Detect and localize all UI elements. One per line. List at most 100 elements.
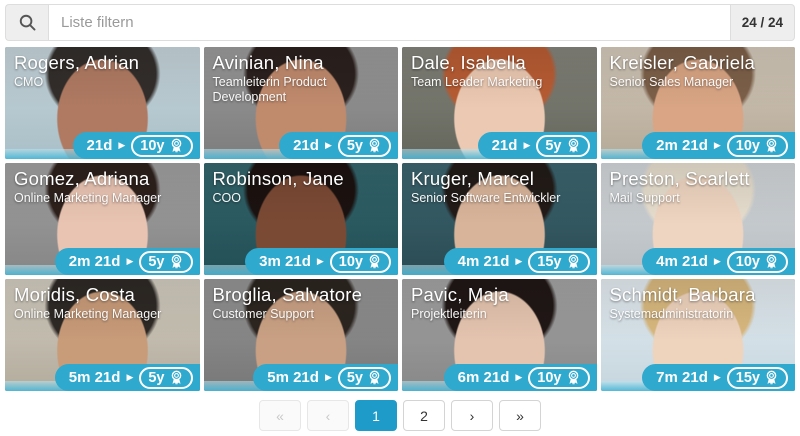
tenure-badge: 2m 21d ▶ 10y xyxy=(642,132,795,159)
employee-title: Teamleiterin Product Development xyxy=(213,75,393,105)
arrow-right-icon: ▶ xyxy=(126,257,133,266)
filter-bar: 24 / 24 xyxy=(5,4,795,41)
anniversary-years: 5y xyxy=(148,254,164,270)
anniversary-pill: 5y xyxy=(536,135,589,157)
filter-input[interactable] xyxy=(48,4,731,41)
anniversary-years: 15y xyxy=(537,254,561,270)
anniversary-pill: 10y xyxy=(727,135,788,157)
award-ribbon-icon xyxy=(367,254,382,269)
pagination-first: « xyxy=(259,400,301,431)
pagination-prev: ‹ xyxy=(307,400,349,431)
employee-name: Robinson, Jane xyxy=(213,168,393,189)
award-ribbon-icon xyxy=(169,138,184,153)
award-ribbon-icon xyxy=(367,370,382,385)
tenure-badge: 7m 21d ▶ 15y xyxy=(642,364,795,391)
award-ribbon-icon xyxy=(566,254,581,269)
result-counter: 24 / 24 xyxy=(731,4,795,41)
pagination-page-1[interactable]: 1 xyxy=(355,400,397,431)
arrow-right-icon: ▶ xyxy=(126,373,133,382)
employee-card[interactable]: Rogers, Adrian CMO 21d ▶ 10y xyxy=(5,47,200,159)
employee-card[interactable]: Kreisler, Gabriela Senior Sales Manager … xyxy=(601,47,796,159)
employee-card[interactable]: Avinian, Nina Teamleiterin Product Devel… xyxy=(204,47,399,159)
anniversary-years: 10y xyxy=(537,370,561,386)
award-ribbon-icon xyxy=(169,254,184,269)
employee-title: Senior Sales Manager xyxy=(610,75,790,90)
arrow-right-icon: ▶ xyxy=(714,257,721,266)
search-addon xyxy=(5,4,48,41)
tenure-badge: 5m 21d ▶ 5y xyxy=(55,364,200,391)
employee-card[interactable]: Broglia, Salvatore Customer Support 5m 2… xyxy=(204,279,399,391)
employee-card[interactable]: Dale, Isabella Team Leader Marketing 21d… xyxy=(402,47,597,159)
employee-name: Schmidt, Barbara xyxy=(610,284,790,305)
employee-name: Pavic, Maja xyxy=(411,284,591,305)
award-ribbon-icon xyxy=(566,370,581,385)
anniversary-pill: 15y xyxy=(727,367,788,389)
arrow-right-icon: ▶ xyxy=(515,373,522,382)
award-ribbon-icon xyxy=(764,254,779,269)
employee-card[interactable]: Preston, Scarlett Mail Support 4m 21d ▶ … xyxy=(601,163,796,275)
employee-card[interactable]: Pavic, Maja Projektleiterin 6m 21d ▶ 10y xyxy=(402,279,597,391)
tenure-duration: 4m 21d xyxy=(656,253,708,270)
employee-card[interactable]: Gomez, Adriana Online Marketing Manager … xyxy=(5,163,200,275)
anniversary-years: 10y xyxy=(736,138,760,154)
tenure-duration: 7m 21d xyxy=(656,369,708,386)
employee-name: Gomez, Adriana xyxy=(14,168,194,189)
anniversary-years: 10y xyxy=(736,254,760,270)
tenure-badge: 5m 21d ▶ 5y xyxy=(253,364,398,391)
employee-name: Broglia, Salvatore xyxy=(213,284,393,305)
employee-name: Preston, Scarlett xyxy=(610,168,790,189)
arrow-right-icon: ▶ xyxy=(325,141,332,150)
employee-name: Rogers, Adrian xyxy=(14,52,194,73)
tenure-duration: 6m 21d xyxy=(458,369,510,386)
pagination-next[interactable]: › xyxy=(451,400,493,431)
pagination-page-2[interactable]: 2 xyxy=(403,400,445,431)
tenure-badge: 21d ▶ 10y xyxy=(73,132,200,159)
tenure-badge: 4m 21d ▶ 15y xyxy=(444,248,597,275)
anniversary-years: 5y xyxy=(347,370,363,386)
tenure-badge: 2m 21d ▶ 5y xyxy=(55,248,200,275)
anniversary-years: 5y xyxy=(148,370,164,386)
arrow-right-icon: ▶ xyxy=(714,141,721,150)
employee-name: Avinian, Nina xyxy=(213,52,393,73)
arrow-right-icon: ▶ xyxy=(317,257,324,266)
anniversary-pill: 5y xyxy=(338,135,391,157)
anniversary-years: 5y xyxy=(347,138,363,154)
tenure-badge: 21d ▶ 5y xyxy=(478,132,597,159)
tenure-duration: 21d xyxy=(492,137,518,154)
tenure-duration: 21d xyxy=(87,137,113,154)
tenure-badge: 21d ▶ 5y xyxy=(279,132,398,159)
anniversary-pill: 10y xyxy=(330,251,391,273)
employee-title: Customer Support xyxy=(213,307,393,322)
tenure-duration: 5m 21d xyxy=(267,369,319,386)
employee-card[interactable]: Moridis, Costa Online Marketing Manager … xyxy=(5,279,200,391)
employee-name: Dale, Isabella xyxy=(411,52,591,73)
employee-card[interactable]: Robinson, Jane COO 3m 21d ▶ 10y xyxy=(204,163,399,275)
employee-card[interactable]: Kruger, Marcel Senior Software Entwickle… xyxy=(402,163,597,275)
award-ribbon-icon xyxy=(764,370,779,385)
employee-title: Systemadministratorin xyxy=(610,307,790,322)
tenure-duration: 2m 21d xyxy=(656,137,708,154)
anniversary-years: 10y xyxy=(140,138,164,154)
employee-title: Senior Software Entwickler xyxy=(411,191,591,206)
tenure-badge: 6m 21d ▶ 10y xyxy=(444,364,597,391)
pagination-last[interactable]: » xyxy=(499,400,541,431)
anniversary-years: 10y xyxy=(339,254,363,270)
anniversary-years: 15y xyxy=(736,370,760,386)
employee-list-page: 24 / 24 Rogers, Adrian CMO 21d ▶ 10y xyxy=(0,0,800,435)
employee-name: Kruger, Marcel xyxy=(411,168,591,189)
award-ribbon-icon xyxy=(169,370,184,385)
employee-title: COO xyxy=(213,191,393,206)
anniversary-years: 5y xyxy=(545,138,561,154)
arrow-right-icon: ▶ xyxy=(118,141,125,150)
tenure-duration: 3m 21d xyxy=(259,253,311,270)
employee-title: Projektleiterin xyxy=(411,307,591,322)
employee-title: CMO xyxy=(14,75,194,90)
employee-card[interactable]: Schmidt, Barbara Systemadministratorin 7… xyxy=(601,279,796,391)
pagination: « ‹ 1 2 › » xyxy=(5,400,795,431)
anniversary-pill: 15y xyxy=(528,251,589,273)
employee-title: Mail Support xyxy=(610,191,790,206)
award-ribbon-icon xyxy=(764,138,779,153)
award-ribbon-icon xyxy=(566,138,581,153)
employee-title: Online Marketing Manager xyxy=(14,191,194,206)
search-icon xyxy=(18,13,37,32)
